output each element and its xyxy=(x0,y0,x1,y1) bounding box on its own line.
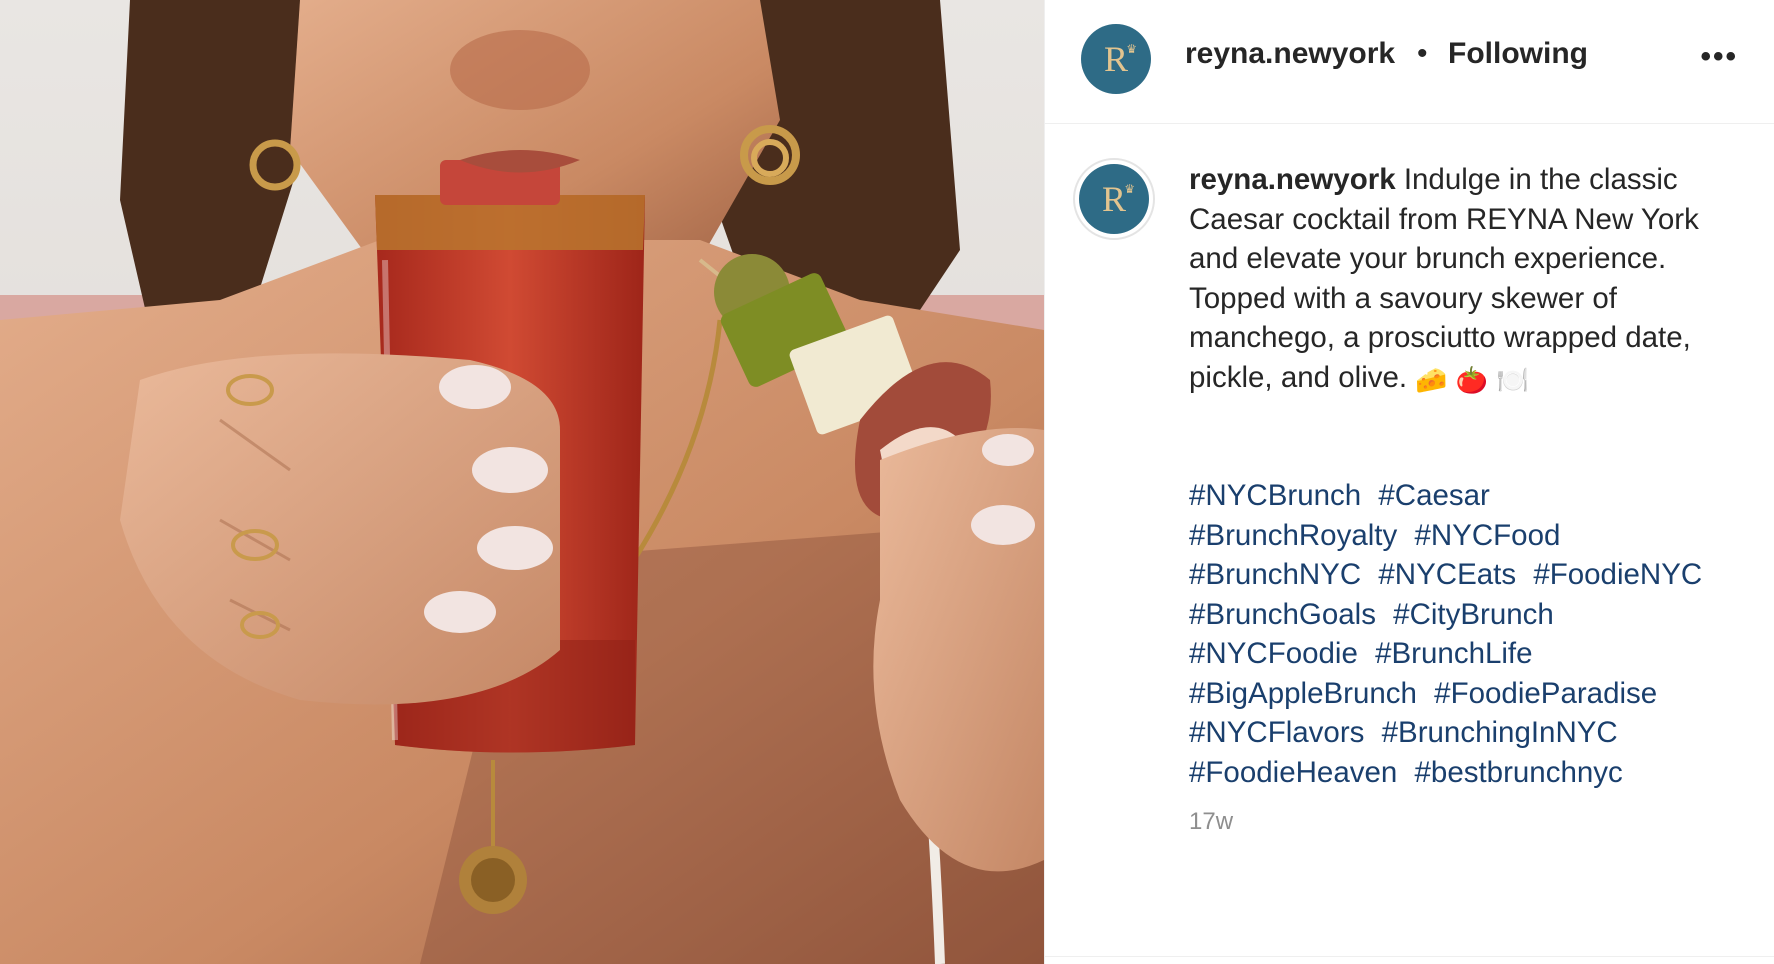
cheese-emoji-icon: 🧀 xyxy=(1415,364,1448,395)
hashtag-link[interactable]: #BrunchGoals xyxy=(1189,598,1376,631)
post-side-panel: R ♛ reyna.newyork • Following ••• R ♛ re… xyxy=(1044,0,1774,964)
hashtag-link[interactable]: #NYCFoodie xyxy=(1189,637,1358,670)
avatar-logo-letter: R xyxy=(1103,39,1128,79)
post-timestamp[interactable]: 17w xyxy=(1189,808,1233,836)
hashtag-link[interactable]: #BrunchNYC xyxy=(1189,558,1361,591)
caption-avatar-ring[interactable]: R ♛ xyxy=(1073,158,1155,240)
hashtag-link[interactable]: #CityBrunch xyxy=(1393,598,1554,631)
profile-avatar[interactable]: R ♛ xyxy=(1081,24,1151,94)
hashtag-link[interactable]: #BrunchRoyalty xyxy=(1189,519,1397,552)
hashtag-link[interactable]: #NYCFlavors xyxy=(1189,716,1364,749)
caption-username-link[interactable]: reyna.newyork xyxy=(1189,163,1396,196)
avatar-logo-letter: R xyxy=(1101,179,1126,219)
cocktail-photo-illustration xyxy=(0,0,1044,964)
tomato-emoji-icon: 🍅 xyxy=(1455,364,1489,395)
caption-text: Indulge in the classic Caesar cocktail f… xyxy=(1189,163,1699,394)
post-header: R ♛ reyna.newyork • Following ••• xyxy=(1045,0,1774,124)
separator-dot: • xyxy=(1417,37,1428,70)
divider xyxy=(1045,956,1774,957)
hashtag-link[interactable]: #BrunchLife xyxy=(1375,637,1532,670)
hashtag-list: #NYCBrunch #Caesar #BrunchRoyalty #NYCFo… xyxy=(1189,476,1749,792)
post-photo[interactable] xyxy=(0,0,1044,964)
header-username-link[interactable]: reyna.newyork xyxy=(1185,37,1395,71)
hashtag-link[interactable]: #BigAppleBrunch xyxy=(1189,677,1417,710)
hashtag-link[interactable]: #NYCEats xyxy=(1378,558,1516,591)
post-caption: reyna.newyork Indulge in the classic Cae… xyxy=(1189,160,1749,400)
more-options-icon[interactable]: ••• xyxy=(1700,42,1738,72)
crown-icon: ♛ xyxy=(1124,182,1135,196)
hashtag-link[interactable]: #NYCBrunch xyxy=(1189,479,1361,512)
hashtag-link[interactable]: #FoodieNYC xyxy=(1533,558,1702,591)
following-button[interactable]: Following xyxy=(1448,37,1588,71)
hashtag-link[interactable]: #Caesar xyxy=(1378,479,1490,512)
caption-avatar[interactable]: R ♛ xyxy=(1079,164,1149,234)
hashtag-link[interactable]: #FoodieHeaven xyxy=(1189,756,1397,789)
hashtag-link[interactable]: #BrunchingInNYC xyxy=(1382,716,1618,749)
hashtag-link[interactable]: #bestbrunchnyc xyxy=(1415,756,1623,789)
plate-emoji-icon: 🍽️ xyxy=(1496,364,1529,395)
crown-icon: ♛ xyxy=(1126,42,1137,56)
hashtag-link[interactable]: #NYCFood xyxy=(1414,519,1560,552)
hashtag-link[interactable]: #FoodieParadise xyxy=(1434,677,1657,710)
